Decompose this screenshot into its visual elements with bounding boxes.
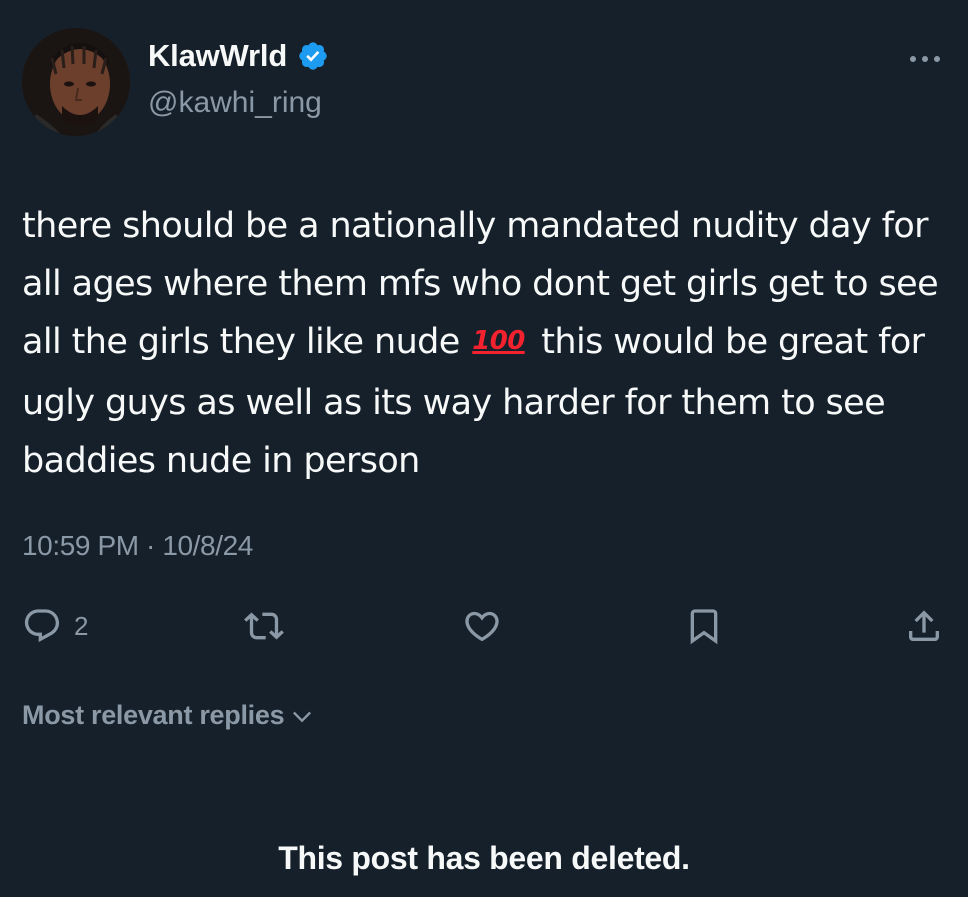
avatar-photo xyxy=(22,28,130,136)
repost-button[interactable] xyxy=(244,606,284,646)
reply-button[interactable]: 2 xyxy=(22,606,88,646)
replies-sort-label: Most relevant replies xyxy=(22,700,285,730)
deleted-post-notice: This post has been deleted. xyxy=(278,840,690,876)
more-options-icon[interactable] xyxy=(908,52,942,66)
post-timestamp[interactable]: 10:59 PM · 10/8/24 xyxy=(22,530,253,562)
bookmark-button[interactable] xyxy=(684,606,724,646)
author-handle[interactable]: @kawhi_ring xyxy=(148,86,322,120)
reply-icon xyxy=(24,609,60,643)
post-detail: KlawWrld @kawhi_ring there should be a n… xyxy=(0,0,968,897)
reply-count: 2 xyxy=(74,610,89,641)
like-icon xyxy=(465,611,499,642)
bookmark-icon xyxy=(690,609,718,645)
verified-badge-icon xyxy=(297,40,329,72)
like-button[interactable] xyxy=(462,606,502,646)
share-icon xyxy=(909,610,939,641)
repost-icon xyxy=(244,612,284,640)
avatar[interactable] xyxy=(22,28,130,136)
chevron-down-icon xyxy=(293,711,312,722)
share-button[interactable] xyxy=(904,606,944,646)
display-name[interactable]: KlawWrld xyxy=(148,38,287,74)
post-text: there should be a nationally mandated nu… xyxy=(22,197,942,490)
author-name-row[interactable]: KlawWrld xyxy=(148,38,329,74)
replies-sort-dropdown[interactable]: Most relevant replies xyxy=(22,700,316,731)
hundred-points-icon: 100 xyxy=(472,326,525,356)
